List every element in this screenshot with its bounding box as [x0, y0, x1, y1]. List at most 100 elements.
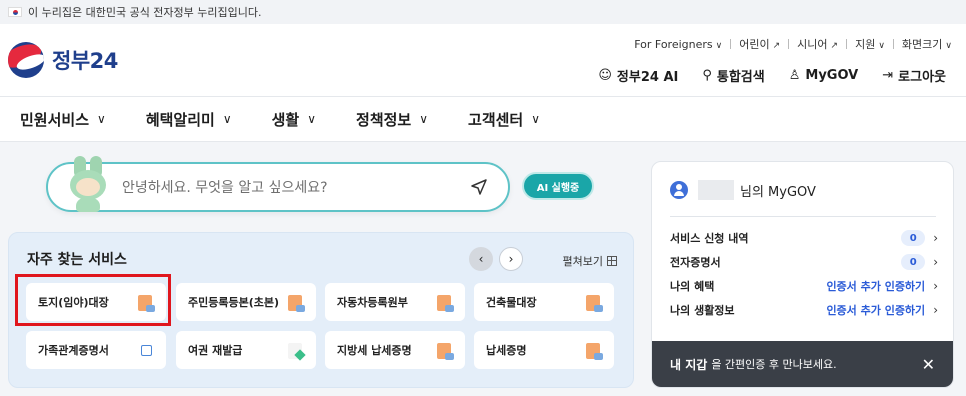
chevron-down-icon: ∨ [945, 41, 952, 51]
nav-policy[interactable]: 정책정보 ∨ [356, 109, 428, 130]
logo[interactable]: 정부24 [8, 42, 118, 78]
service-local-tax-certificate[interactable]: 지방세 납세증명 [325, 331, 465, 369]
divider [892, 39, 894, 49]
service-family-certificate[interactable]: 가족관계증명서 [26, 331, 166, 369]
nav-benefits[interactable]: 혜택알리미 ∨ [146, 109, 232, 130]
chevron-right-icon: › [933, 279, 938, 293]
nav-civil-service[interactable]: 민원서비스 ∨ [20, 109, 106, 130]
chevron-down-icon: ∨ [531, 112, 541, 126]
nav-life[interactable]: 생활 ∨ [272, 109, 316, 130]
close-icon[interactable]: ✕ [922, 355, 935, 374]
nav-label: 민원서비스 [20, 110, 90, 129]
mygov-row-benefits[interactable]: 나의 혜택 인증서 추가 인증하기 › [670, 278, 938, 294]
row-label: 전자증명서 [670, 256, 721, 269]
mygov-row-applications[interactable]: 서비스 신청 내역 0 › [670, 230, 938, 246]
wallet-banner[interactable]: 내 지갑 을 간편인증 후 만나보세요. ✕ [652, 341, 953, 387]
row-value: 0 › [901, 230, 938, 246]
nav-label: 혜택알리미 [145, 110, 215, 129]
service-vehicle-register[interactable]: 자동차등록원부 [325, 283, 465, 321]
util-senior[interactable]: 시니어 ↗ [797, 36, 838, 52]
search-link-label: 통합검색 [716, 70, 765, 85]
chevron-down-icon: ∨ [222, 112, 232, 126]
mascot-body [76, 198, 100, 212]
mygov-link-label: MyGOV [805, 68, 859, 83]
next-button[interactable]: › [499, 247, 523, 271]
util-senior-label: 시니어 [797, 38, 828, 51]
mygov-row-e-certificates[interactable]: 전자증명서 0 › [670, 254, 938, 270]
util-screen-size[interactable]: 화면크기 ∨ [902, 36, 952, 52]
mygov-row-life-info[interactable]: 나의 생활정보 인증서 추가 인증하기 › [670, 302, 938, 318]
service-tax-certificate[interactable]: 납세증명 [474, 331, 614, 369]
service-label: 건축물대장 [486, 296, 537, 309]
document-icon [586, 295, 603, 312]
service-label: 가족관계증명서 [38, 344, 109, 357]
logout-link[interactable]: ⇥ 로그아웃 [882, 66, 946, 85]
document-icon [586, 343, 603, 360]
chevron-down-icon: ∨ [715, 40, 723, 51]
row-label: 서비스 신청 내역 [670, 232, 749, 245]
ai-running-button[interactable]: AI 실행중 [522, 172, 594, 200]
util-support-label: 지원 [855, 38, 876, 51]
ai-link[interactable]: ☺ 정부24 AI [598, 66, 678, 85]
search-icon: ⚲ [702, 68, 712, 83]
row-label: 나의 생활정보 [670, 304, 735, 317]
service-label: 납세증명 [486, 344, 527, 357]
util-support[interactable]: 지원 ∨ [855, 36, 885, 52]
carousel-nav: ‹ › [463, 247, 523, 271]
util-kids[interactable]: 어린이 ↗ [739, 36, 780, 52]
header: 정부24 For Foreigners ∨ 어린이 ↗ 시니어 ↗ 지원 ∨ 화면크기 ∨… [0, 24, 966, 96]
header-actions: ☺ 정부24 AI ⚲ 통합검색 ♙ MyGOV ⇥ 로그아웃 [574, 66, 946, 85]
util-foreigners[interactable]: For Foreigners ∨ [634, 38, 722, 51]
mygov-link[interactable]: ♙ MyGOV [789, 68, 859, 83]
service-passport-reissue[interactable]: 여권 재발급 [176, 331, 316, 369]
auth-link[interactable]: 인증서 추가 인증하기 [826, 302, 925, 318]
nav-customer-center[interactable]: 고객센터 ∨ [468, 109, 540, 130]
divider [846, 39, 848, 49]
service-building-register[interactable]: 건축물대장 [474, 283, 614, 321]
divider [730, 39, 732, 49]
send-icon[interactable] [470, 178, 488, 196]
util-screen-size-label: 화면크기 [901, 38, 943, 51]
row-value: 인증서 추가 인증하기 › [826, 302, 938, 318]
ai-bot-icon: ☺ [598, 68, 612, 83]
mygov-header: 님의 MyGOV [670, 180, 816, 200]
logout-icon: ⇥ [882, 68, 894, 83]
expand-button[interactable]: 펼쳐보기 [563, 253, 617, 269]
service-label: 주민등록등본(초본) [188, 296, 280, 309]
external-link-icon [141, 345, 152, 356]
service-resident-register[interactable]: 주민등록등본(초본) [176, 283, 316, 321]
document-icon [288, 295, 305, 312]
util-foreigners-label: For Foreigners [634, 37, 713, 51]
main-nav: 민원서비스 ∨ 혜택알리미 ∨ 생활 ∨ 정책정보 ∨ 고객센터 ∨ [0, 96, 966, 142]
service-label: 지방세 납세증명 [337, 344, 412, 357]
favorite-services-title: 자주 찾는 서비스 [27, 252, 127, 268]
search-input[interactable] [122, 176, 452, 200]
search-link[interactable]: ⚲ 통합검색 [702, 66, 764, 85]
gov-emblem-icon [8, 42, 44, 78]
prev-button[interactable]: ‹ [469, 247, 493, 271]
logo-text: 정부24 [52, 49, 118, 73]
nav-label: 생활 [271, 110, 300, 129]
expand-label: 펼쳐보기 [562, 255, 603, 268]
wallet-text: 을 간편인증 후 만나보세요. [711, 358, 837, 371]
mascot-face [76, 178, 100, 196]
row-value: 0 › [901, 254, 938, 270]
edit-document-icon [288, 343, 302, 359]
mascot-icon [64, 156, 112, 216]
document-icon [437, 343, 454, 360]
row-label: 나의 혜택 [670, 280, 715, 293]
util-kids-label: 어린이 [739, 38, 770, 51]
external-link-icon: ↗ [772, 41, 781, 51]
external-link-icon: ↗ [830, 41, 839, 51]
auth-link[interactable]: 인증서 추가 인증하기 [826, 278, 925, 294]
row-value: 인증서 추가 인증하기 › [826, 278, 938, 294]
redacted-name [698, 180, 734, 200]
nav-label: 정책정보 [356, 110, 412, 129]
ai-search-box [46, 156, 510, 212]
korea-flag-icon [8, 7, 22, 17]
wallet-title: 내 지갑 [670, 357, 708, 372]
service-label: 자동차등록원부 [337, 296, 408, 309]
chevron-down-icon: ∨ [878, 41, 885, 51]
chevron-down-icon: ∨ [97, 112, 106, 126]
user-icon: ♙ [788, 68, 801, 83]
